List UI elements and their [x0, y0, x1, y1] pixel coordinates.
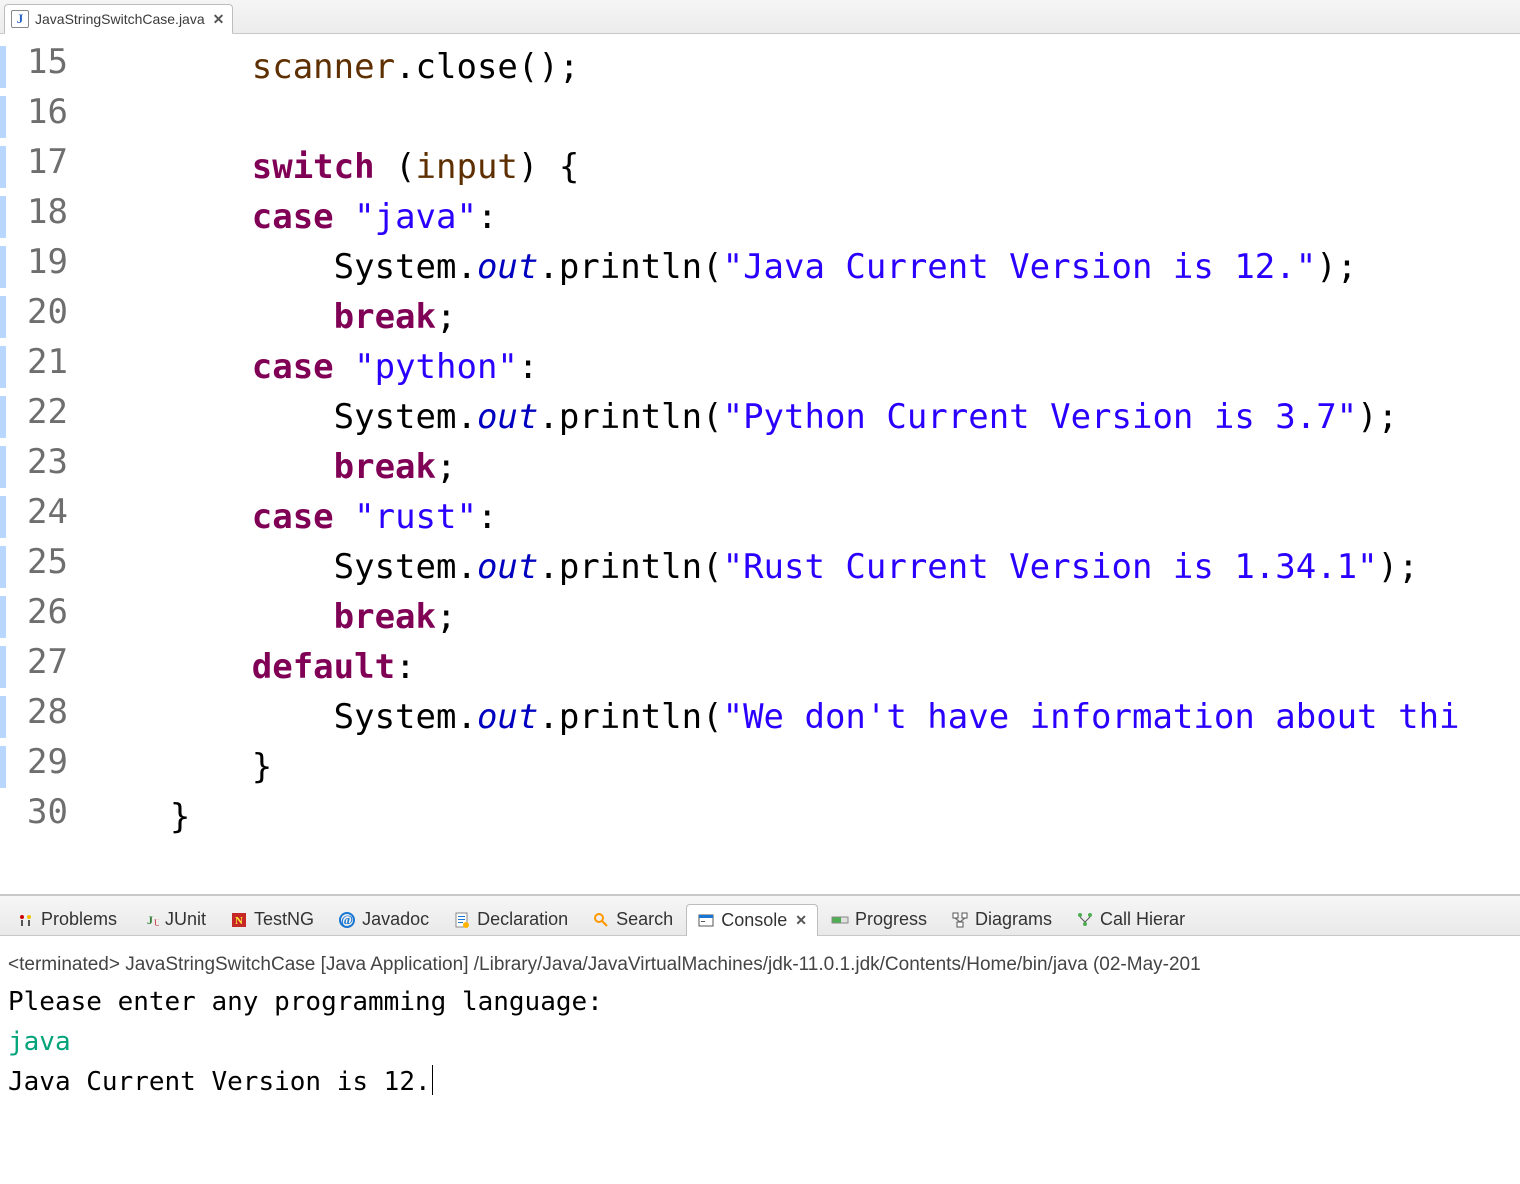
- diagrams-icon: [951, 911, 969, 929]
- line-number-gutter: 15161718192021222324252627282930: [0, 34, 88, 894]
- code-line[interactable]: switch (input) {: [88, 142, 1520, 192]
- console-user-input: java: [8, 1022, 1512, 1062]
- view-tab-javadoc[interactable]: @ Javadoc: [327, 903, 440, 935]
- editor-tab-label: JavaStringSwitchCase.java: [35, 11, 205, 27]
- line-number: 28: [0, 692, 88, 742]
- text-cursor: [432, 1065, 433, 1095]
- view-tab-search[interactable]: Search: [581, 903, 684, 935]
- view-tab-label: TestNG: [254, 909, 314, 930]
- progress-icon: [831, 911, 849, 929]
- view-tab-callhier[interactable]: Call Hierar: [1065, 903, 1196, 935]
- code-line[interactable]: scanner.close();: [88, 42, 1520, 92]
- line-number: 27: [0, 642, 88, 692]
- declaration-icon: [453, 911, 471, 929]
- close-icon[interactable]: ✕: [795, 912, 807, 929]
- line-number: 30: [0, 792, 88, 842]
- line-number: 17: [0, 142, 88, 192]
- view-tab-label: Diagrams: [975, 909, 1052, 930]
- view-tab-label: Javadoc: [362, 909, 429, 930]
- svg-text:U: U: [154, 918, 159, 928]
- console-output-line: Java Current Version is 12.: [8, 1062, 1512, 1102]
- view-tab-label: Call Hierar: [1100, 909, 1185, 930]
- view-tab-label: Declaration: [477, 909, 568, 930]
- javadoc-icon: @: [338, 911, 356, 929]
- code-line[interactable]: default:: [88, 642, 1520, 692]
- code-line[interactable]: break;: [88, 592, 1520, 642]
- view-tab-label: JUnit: [165, 909, 206, 930]
- code-line[interactable]: System.out.println("Python Current Versi…: [88, 392, 1520, 442]
- code-line[interactable]: case "python":: [88, 342, 1520, 392]
- console-icon: [697, 912, 715, 930]
- view-tab-diagrams[interactable]: Diagrams: [940, 903, 1063, 935]
- code-line[interactable]: System.out.println("Rust Current Version…: [88, 542, 1520, 592]
- view-tab-testng[interactable]: N TestNG: [219, 903, 325, 935]
- code-line[interactable]: }: [88, 742, 1520, 792]
- code-line[interactable]: case "java":: [88, 192, 1520, 242]
- search-icon: [592, 911, 610, 929]
- editor-tabbar: J JavaStringSwitchCase.java ✕: [0, 0, 1520, 34]
- line-number: 22: [0, 392, 88, 442]
- svg-text:@: @: [341, 912, 353, 927]
- views-tabbar: Problems JU JUnit N TestNG @ Javadoc Declaratio…: [0, 896, 1520, 936]
- view-tab-junit[interactable]: JU JUnit: [130, 903, 217, 935]
- console-banner: <terminated> JavaStringSwitchCase [Java …: [8, 954, 1512, 976]
- svg-text:J: J: [147, 913, 153, 927]
- line-number: 16: [0, 92, 88, 142]
- code-area[interactable]: scanner.close(); switch (input) { case "…: [88, 34, 1520, 894]
- code-line[interactable]: System.out.println("Java Current Version…: [88, 242, 1520, 292]
- editor-area: 15161718192021222324252627282930 scanner…: [0, 34, 1520, 896]
- problems-icon: [17, 911, 35, 929]
- view-tab-label: Console: [721, 910, 787, 931]
- line-number: 29: [0, 742, 88, 792]
- view-tab-label: Progress: [855, 909, 927, 930]
- code-line[interactable]: case "rust":: [88, 492, 1520, 542]
- line-number: 18: [0, 192, 88, 242]
- view-tab-declaration[interactable]: Declaration: [442, 903, 579, 935]
- junit-icon: JU: [141, 911, 159, 929]
- svg-text:N: N: [235, 915, 243, 927]
- code-line[interactable]: break;: [88, 292, 1520, 342]
- code-line[interactable]: System.out.println("We don't have inform…: [88, 692, 1520, 742]
- line-number: 19: [0, 242, 88, 292]
- console-output-line: Please enter any programming language:: [8, 982, 1512, 1022]
- view-tab-progress[interactable]: Progress: [820, 903, 938, 935]
- line-number: 26: [0, 592, 88, 642]
- line-number: 21: [0, 342, 88, 392]
- line-number: 24: [0, 492, 88, 542]
- view-tab-problems[interactable]: Problems: [6, 903, 128, 935]
- line-number: 23: [0, 442, 88, 492]
- code-line[interactable]: [88, 92, 1520, 142]
- close-icon[interactable]: ✕: [213, 11, 225, 28]
- line-number: 15: [0, 42, 88, 92]
- java-file-icon: J: [11, 10, 29, 28]
- code-line[interactable]: }: [88, 792, 1520, 842]
- line-number: 20: [0, 292, 88, 342]
- call-hierarchy-icon: [1076, 911, 1094, 929]
- editor-tab-active[interactable]: J JavaStringSwitchCase.java ✕: [4, 4, 233, 34]
- view-tab-console[interactable]: Console ✕: [686, 904, 818, 936]
- view-tab-label: Problems: [41, 909, 117, 930]
- line-number: 25: [0, 542, 88, 592]
- code-line[interactable]: break;: [88, 442, 1520, 492]
- testng-icon: N: [230, 911, 248, 929]
- console-view: <terminated> JavaStringSwitchCase [Java …: [0, 936, 1520, 1184]
- view-tab-label: Search: [616, 909, 673, 930]
